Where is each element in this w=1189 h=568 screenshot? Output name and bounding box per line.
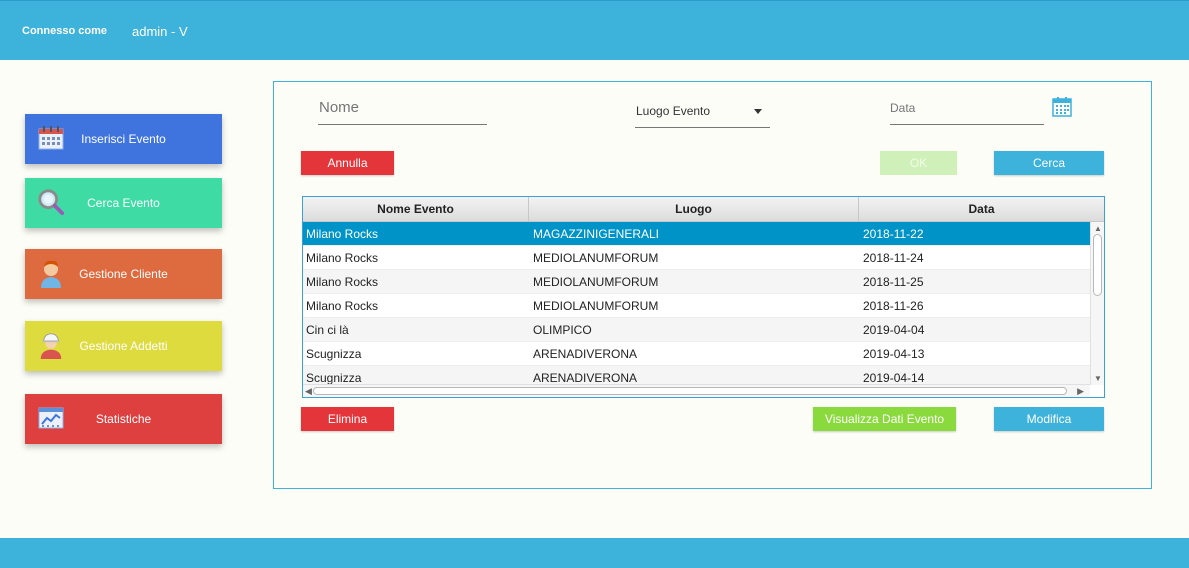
- cell-nome: Milano Rocks: [306, 299, 379, 313]
- luogo-evento-select[interactable]: Luogo Evento: [635, 100, 770, 128]
- cell-nome: Milano Rocks: [306, 275, 379, 289]
- table-header: Nome Evento Luogo Data: [303, 197, 1104, 222]
- nav-label: Gestione Cliente: [79, 267, 168, 281]
- data-input[interactable]: [890, 97, 1044, 115]
- statistiche-button[interactable]: Statistiche: [25, 394, 222, 444]
- horizontal-scrollbar[interactable]: ◀ ▶: [303, 384, 1090, 397]
- data-field[interactable]: [890, 97, 1044, 125]
- vertical-scrollbar[interactable]: ▲ ▼: [1090, 222, 1104, 385]
- nome-field[interactable]: [318, 96, 487, 125]
- nav-label: Gestione Addetti: [79, 339, 168, 353]
- cell-data: 2019-04-14: [863, 371, 925, 384]
- bottom-bar: [0, 538, 1189, 568]
- cell-luogo: MEDIOLANUMFORUM: [533, 251, 659, 265]
- table-row[interactable]: Milano Rocks MEDIOLANUMFORUM 2018-11-25: [303, 270, 1090, 294]
- chevron-down-icon[interactable]: [754, 109, 762, 114]
- table-row[interactable]: Milano Rocks MAGAZZINIGENERALI 2018-11-2…: [303, 222, 1090, 246]
- table-row[interactable]: Cin ci là OLIMPICO 2019-04-04: [303, 318, 1090, 342]
- annulla-button[interactable]: Annulla: [301, 151, 394, 175]
- scroll-left-icon[interactable]: ◀: [305, 385, 312, 397]
- cell-data: 2018-11-26: [863, 299, 924, 313]
- cell-luogo: MAGAZZINIGENERALI: [533, 227, 660, 241]
- cell-nome: Milano Rocks: [306, 251, 379, 265]
- events-table[interactable]: Nome Evento Luogo Data Milano Rocks MAGA…: [302, 196, 1105, 398]
- scroll-thumb[interactable]: [313, 387, 1067, 395]
- gestione-cliente-button[interactable]: Gestione Cliente: [25, 249, 222, 299]
- luogo-evento-value: Luogo Evento: [636, 104, 711, 118]
- nav-label: Statistiche: [95, 412, 152, 426]
- modifica-button[interactable]: Modifica: [994, 407, 1104, 431]
- table-row[interactable]: Milano Rocks MEDIOLANUMFORUM 2018-11-26: [303, 294, 1090, 318]
- table-body: Milano Rocks MAGAZZINIGENERALI 2018-11-2…: [303, 222, 1090, 384]
- column-header-luogo[interactable]: Luogo: [529, 197, 859, 222]
- elimina-button[interactable]: Elimina: [301, 407, 394, 431]
- nav-label: Cerca Evento: [87, 196, 160, 210]
- table-row[interactable]: Milano Rocks MEDIOLANUMFORUM 2018-11-24: [303, 246, 1090, 270]
- cell-nome: Milano Rocks: [306, 227, 379, 241]
- ok-button[interactable]: OK: [880, 151, 957, 175]
- logged-in-label: Connesso come: [22, 25, 107, 37]
- cell-luogo: ARENADIVERONA: [533, 347, 638, 361]
- cell-data: 2019-04-13: [863, 347, 925, 361]
- gestione-addetti-button[interactable]: Gestione Addetti: [25, 321, 222, 371]
- cerca-evento-button[interactable]: Cerca Evento: [25, 178, 222, 228]
- nome-input[interactable]: [318, 96, 487, 116]
- table-row[interactable]: Scugnizza ARENADIVERONA 2019-04-13: [303, 342, 1090, 366]
- top-bar: Connesso come admin - V: [0, 0, 1189, 60]
- nav-label: Inserisci Evento: [81, 132, 166, 146]
- column-header-nome[interactable]: Nome Evento: [303, 197, 529, 222]
- cell-data: 2018-11-22: [863, 227, 924, 241]
- cell-nome: Scugnizza: [306, 347, 362, 361]
- scroll-up-icon[interactable]: ▲: [1094, 224, 1102, 233]
- column-header-data[interactable]: Data: [859, 197, 1104, 222]
- cell-nome: Scugnizza: [306, 371, 362, 384]
- cell-data: 2019-04-04: [863, 323, 925, 337]
- cell-luogo: OLIMPICO: [533, 323, 592, 337]
- scroll-right-icon[interactable]: ▶: [1077, 385, 1084, 397]
- inserisci-evento-button[interactable]: Inserisci Evento: [25, 114, 222, 164]
- cell-data: 2018-11-25: [863, 275, 924, 289]
- cell-data: 2018-11-24: [863, 251, 924, 265]
- cell-luogo: MEDIOLANUMFORUM: [533, 275, 659, 289]
- logged-in-user: admin - V: [132, 24, 188, 39]
- scroll-thumb[interactable]: [1093, 234, 1102, 296]
- cell-nome: Cin ci là: [306, 323, 349, 337]
- calendar-picker-icon[interactable]: [1052, 97, 1072, 117]
- cell-luogo: ARENADIVERONA: [533, 371, 638, 384]
- cell-luogo: MEDIOLANUMFORUM: [533, 299, 659, 313]
- visualizza-dati-evento-button[interactable]: Visualizza Dati Evento: [813, 407, 956, 431]
- cerca-button[interactable]: Cerca: [994, 151, 1104, 175]
- table-row[interactable]: Scugnizza ARENADIVERONA 2019-04-14: [303, 366, 1090, 384]
- scroll-down-icon[interactable]: ▼: [1094, 374, 1102, 383]
